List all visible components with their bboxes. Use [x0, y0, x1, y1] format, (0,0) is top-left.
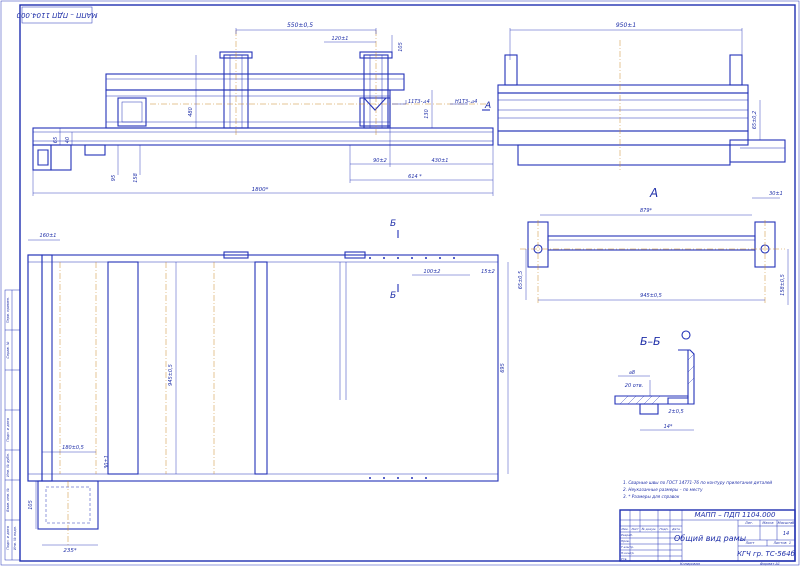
tb-scale-h: Масштаб: [778, 521, 795, 525]
strip-text-2: Справ. №: [6, 341, 10, 358]
note-3: 3. * Размеры для справок: [623, 494, 680, 499]
tb-list: Лист: [745, 541, 756, 545]
side-view: 950±1 65±0,2: [497, 22, 786, 170]
dim-plan-100: 100±2: [424, 269, 441, 275]
dim-95: 95: [111, 175, 117, 181]
dim-879: 879*: [640, 208, 653, 214]
tb-row-tkontr: Т.контр.: [621, 545, 634, 549]
dim-1800: 1800*: [252, 187, 269, 193]
dim-s-20: 20 отв.: [625, 383, 643, 389]
dim-plan-695: 695: [500, 363, 506, 373]
dim-a-945: 945±0,5: [640, 293, 662, 299]
tb-designation: МАПП – ПДП 1104.000: [695, 511, 776, 519]
section-bb: Б–Б ⌀8 20 отв. 2±0,5 14*: [614, 330, 695, 431]
dim-a-30: 30±1: [769, 191, 783, 197]
tb-group: КГЧ гр. ТС-564б: [737, 550, 796, 558]
section-mark-top: Б: [390, 219, 396, 229]
dim-side-65: 65±0,2: [752, 111, 758, 130]
dim-105: 105: [398, 42, 404, 52]
tb-row-nkontr: Н.контр.: [621, 551, 634, 555]
dim-158: 158: [133, 173, 139, 183]
drawing-sheet: МАПП – ПДП 1104.000 Перв. примен. Справ.…: [0, 0, 800, 566]
corner-stamp-text: МАПП – ПДП 1104.000: [16, 11, 97, 19]
strip-text-1: Перв. примен.: [6, 297, 10, 323]
dim-plan-15: 15±2: [481, 269, 495, 275]
tb-row-razrab: Разраб.: [621, 533, 633, 537]
left-strip: Перв. примен. Справ. № Подп. и дата Инв.…: [4, 289, 21, 561]
dim-430: 430±1: [432, 158, 449, 164]
corner-stamp: МАПП – ПДП 1104.000: [16, 6, 97, 24]
tb-row-utv: Утв.: [621, 557, 627, 561]
weld-label-1: 11Т3-⊿4: [408, 99, 430, 105]
dim-65: 65: [53, 137, 59, 143]
tb-scale: 1: [789, 541, 791, 545]
section-bb-title: Б–Б: [640, 335, 661, 348]
bolt-holes: [369, 257, 455, 479]
dim-plan-945: 945±0,5: [168, 364, 174, 386]
tb-title: Общий вид рамы: [674, 534, 746, 543]
view-a-marker: А: [484, 101, 491, 111]
tb-col-doc: № докум.: [641, 527, 657, 531]
weld-label-2: Н1Т3-⊿4: [455, 99, 477, 105]
dim-550: 550±0,5: [287, 22, 313, 29]
tb-lit: Лит.: [744, 521, 753, 525]
title-block: МАПП – ПДП 1104.000 Общий вид рамы КГЧ г…: [619, 509, 796, 566]
dim-130: 130: [424, 109, 430, 119]
section-mark-bottom: Б: [390, 291, 396, 301]
dim-950: 950±1: [616, 22, 636, 29]
dim-a-158: 158±0,5: [780, 274, 786, 296]
tb-lists: Листов: [772, 541, 786, 545]
tb-col-sign: Подп.: [659, 527, 668, 531]
note-2: 2. Неуказанные размеры – по месту: [623, 487, 703, 492]
dim-s-14: 14*: [664, 424, 673, 430]
dim-480: 480: [188, 107, 194, 117]
dim-90: 90±2: [373, 158, 387, 164]
tb-copied: Копировал: [680, 562, 701, 566]
front-view: А 550±0,5 120±1 105 480 130 65 40 95 158…: [32, 22, 494, 196]
strip-text-3: Подп. и дата: [6, 418, 10, 442]
view-a-title: А: [649, 186, 658, 200]
dim-s-8: ⌀8: [629, 370, 635, 376]
dim-614: 614 *: [408, 174, 422, 180]
tb-row-prov: Пров.: [621, 539, 630, 543]
tb-sheets: 14: [783, 531, 789, 537]
strip-text-7: Инв. № подл.: [13, 526, 17, 550]
tb-col-izm: Изм.: [621, 527, 628, 531]
view-a: А 879* 30±1 65±0,5 158±0,5 945±0,5: [518, 186, 789, 305]
tb-format: Формат А1: [760, 562, 780, 566]
tb-col-date: Дата: [671, 527, 680, 531]
tb-mass: Масса: [762, 521, 773, 525]
notes: 1. Сварные швы по ГОСТ 14771-76 по конту…: [623, 480, 772, 499]
dim-s-2: 2±0,5: [668, 409, 683, 415]
dim-120: 120±1: [332, 36, 349, 42]
strip-text-5: Взам. инв. №: [6, 488, 10, 512]
dim-a-65: 65±0,5: [518, 271, 524, 290]
strip-text-6: Подп. и дата: [6, 526, 10, 550]
drawing-frame: [19, 4, 796, 562]
note-1: 1. Сварные швы по ГОСТ 14771-76 по конту…: [623, 480, 772, 485]
dim-plan-180: 180±0,5: [62, 445, 84, 451]
dim-plan-30: 30±1: [104, 455, 110, 469]
strip-text-4: Инв. № дубл.: [6, 453, 10, 477]
dim-plan-235: 235*: [63, 548, 76, 554]
tb-col-list: Лист: [630, 527, 639, 531]
dim-plan-105: 105: [28, 500, 34, 510]
dim-40: 40: [65, 137, 71, 143]
dim-plan-160: 160±1: [40, 233, 57, 239]
plan-view: Б Б 160±1 100±2 15±2 945±0,5 695 180±0,5…: [27, 219, 509, 554]
